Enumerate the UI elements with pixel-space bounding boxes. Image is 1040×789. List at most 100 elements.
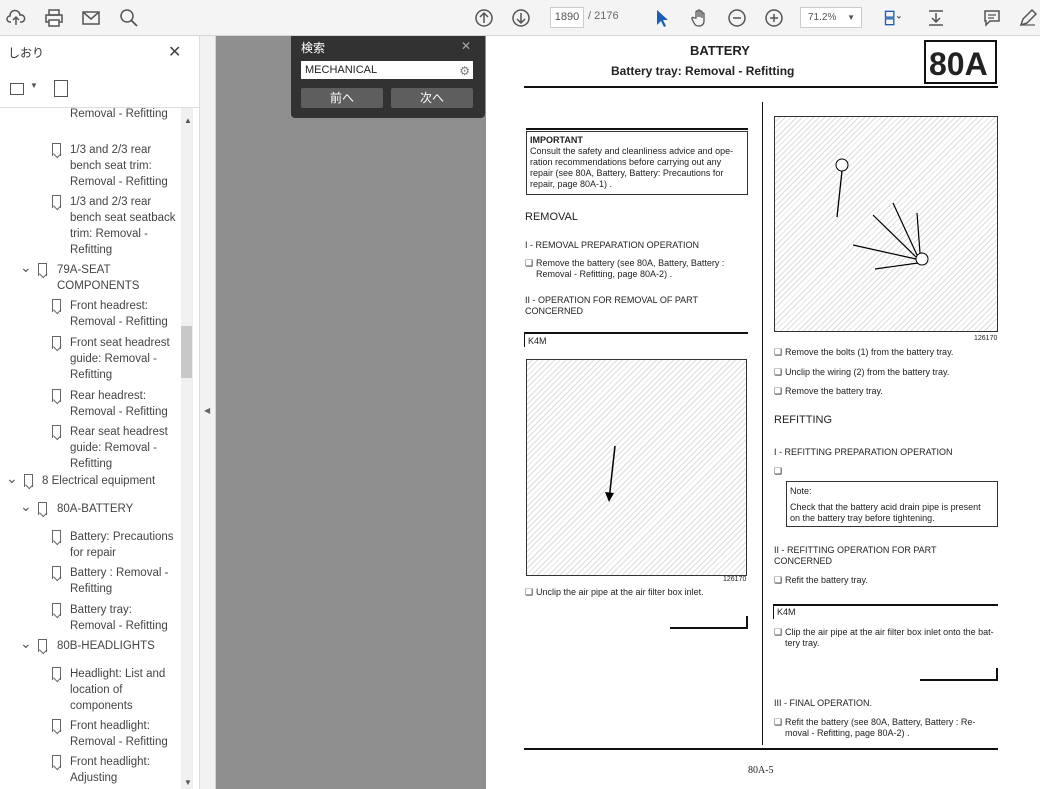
final-step-line-2: moval - Refitting, page 80A-2) . (785, 728, 910, 738)
figure-2-number: 126170 (974, 335, 998, 342)
cloud-upload-icon[interactable] (4, 6, 28, 30)
page-down-icon[interactable] (509, 6, 533, 30)
page-up-icon[interactable] (472, 6, 496, 30)
zoom-out-icon[interactable] (725, 6, 749, 30)
chevron-down-icon[interactable]: ▼ (30, 81, 38, 90)
options-menu-icon[interactable] (10, 83, 24, 95)
bookmark-tools: ▼ (8, 80, 188, 102)
scrollbar-thumb[interactable] (181, 326, 192, 378)
scroll-mode-icon[interactable] (924, 6, 948, 30)
important-box: IMPORTANT Consult the safety and cleanli… (526, 131, 748, 195)
search-title: 検索 (301, 41, 326, 55)
bookmark-item[interactable]: Battery : Removal - Refitting (0, 565, 180, 597)
bookmark-item[interactable]: ⌄ 80A-BATTERY (0, 498, 180, 517)
bookmark-label: Removal - Refitting (70, 176, 168, 188)
bookmark-item[interactable]: Rear headrest: Removal - Refitting (0, 388, 180, 420)
chevron-down-icon[interactable]: ⌄ (6, 470, 18, 487)
bookmark-item[interactable]: 1/3 and 2/3 rear bench seat seatback trim:… (0, 194, 180, 258)
checkbox-icon: ❑ (774, 367, 783, 377)
bookmarks-panel: しおり ✕ ▼ Rear seatback trim:Removal - Ref… (0, 36, 200, 789)
chevron-down-icon[interactable]: ⌄ (20, 498, 32, 515)
bookmark-label: 80A-BATTERY (57, 503, 134, 515)
print-icon[interactable] (42, 6, 66, 30)
bookmark-icon (52, 667, 61, 680)
panel-splitter[interactable]: ◀ (200, 36, 216, 789)
document-page: BATTERY Battery tray: Removal - Refittin… (486, 36, 1040, 789)
scroll-down-icon[interactable]: ▼ (184, 778, 192, 787)
collapse-panel-icon[interactable]: ◀ (204, 406, 210, 415)
page-number-input[interactable]: 1890 (550, 7, 584, 28)
bookmark-item[interactable]: Front seat headrest guide: Removal - Refit… (0, 335, 180, 383)
checkbox-icon: ❑ (525, 258, 534, 268)
bookmark-icon (38, 639, 47, 652)
bookmark-item[interactable]: Battery: Precautions for repair (0, 529, 180, 561)
bookmark-item[interactable]: Front headlight: Adjusting (0, 754, 180, 786)
removal-heading: REMOVAL (525, 211, 578, 223)
bookmark-icon (52, 566, 61, 579)
bookmark-label: Removal - Refitting (70, 316, 168, 328)
bookmark-item[interactable]: ⌄ 80B-HEADLIGHTS (0, 635, 180, 654)
mail-icon[interactable] (79, 6, 103, 30)
bookmark-icon (38, 263, 47, 276)
bookmark-label: Battery: Precautions (70, 531, 174, 543)
bookmark-item[interactable]: Front headlight: Removal - Refitting (0, 718, 180, 750)
unclip-step: Unclip the air pipe at the air filter bo… (536, 587, 704, 597)
refit-prep-heading: I - REFITTING PREPARATION OPERATION (774, 447, 953, 457)
document-background (216, 36, 486, 789)
bookmark-icon (52, 719, 61, 732)
bookmark-label: Refitting (70, 369, 113, 381)
next-button[interactable]: 次へ (391, 88, 473, 108)
page-layout-icon[interactable] (877, 6, 909, 30)
bookmark-label: Headlight: List and (70, 668, 166, 680)
chevron-down-icon[interactable]: ⌄ (20, 635, 32, 652)
bookmark-icon (52, 336, 61, 349)
prev-button[interactable]: 前へ (301, 88, 383, 108)
removal-op-line-1: II - OPERATION FOR REMOVAL OF PART (525, 295, 699, 305)
bookmark-icon (52, 425, 61, 438)
doc-subtitle: Battery tray: Removal - Refitting (611, 64, 795, 78)
bookmark-item[interactable]: Rear seatback trim:Removal - Refitting (0, 108, 180, 122)
pen-icon[interactable] (1016, 6, 1040, 30)
select-cursor-icon[interactable] (650, 6, 674, 30)
bookmark-label: Front headlight: (70, 720, 150, 732)
bookmark-item[interactable]: Headlight: List and location of components (0, 666, 180, 714)
bookmark-label: guide: Removal - (70, 353, 157, 365)
removal-op-line-2: CONCERNED (525, 306, 584, 316)
figure-1-number: 126170 (723, 576, 747, 583)
bookmark-item[interactable]: ⌄ 8 Electrical equipment (0, 470, 180, 491)
bookmark-label: Front headrest: (70, 300, 148, 312)
chevron-down-icon[interactable]: ⌄ (20, 259, 32, 276)
bookmark-item[interactable]: ⌄ 79A-SEAT COMPONENTS (0, 259, 180, 294)
engine-tag: K4M (528, 336, 547, 346)
zoom-in-icon[interactable] (762, 6, 786, 30)
clip-step-line-2: tery tray. (785, 638, 820, 648)
close-icon[interactable]: ✕ (168, 42, 181, 62)
checkbox-icon: ❑ (774, 627, 783, 637)
hand-tool-icon[interactable] (688, 6, 712, 30)
find-bookmark-icon[interactable] (54, 80, 68, 97)
bookmark-icon (52, 755, 61, 768)
refitting-heading: REFITTING (774, 414, 833, 426)
search-zoom-icon[interactable] (117, 6, 141, 30)
zoom-select[interactable]: 71.2% ▼ (800, 7, 862, 28)
scrollbar[interactable] (181, 108, 193, 789)
bookmark-icon (52, 603, 61, 616)
bookmark-item[interactable]: Battery tray: Removal - Refitting (0, 602, 180, 634)
bookmarks-title: しおり (8, 46, 45, 60)
bookmark-item[interactable]: Rear seat headrest guide: Removal - Refitt… (0, 424, 180, 472)
close-icon[interactable]: ✕ (461, 39, 471, 53)
scroll-up-icon[interactable]: ▲ (184, 116, 192, 125)
checkbox-icon: ❑ (774, 347, 783, 357)
bookmark-icon (52, 299, 61, 312)
search-input[interactable]: MECHANICAL ⚙ (301, 61, 473, 79)
gear-icon[interactable]: ⚙ (459, 62, 470, 80)
comment-icon[interactable] (980, 6, 1004, 30)
bookmark-icon (52, 389, 61, 402)
bookmark-item[interactable]: Front headrest: Removal - Refitting (0, 298, 180, 330)
important-line-3: repair (see 80A, Battery, Battery: Preca… (530, 168, 724, 178)
bookmark-label: Front seat headrest (70, 337, 170, 349)
bookmark-label: for repair (70, 547, 117, 559)
bookmark-label: 1/3 and 2/3 rear (70, 144, 152, 156)
bookmark-item[interactable]: 1/3 and 2/3 rear bench seat trim: Removal … (0, 142, 180, 190)
bookmark-label: Front headlight: (70, 756, 150, 768)
